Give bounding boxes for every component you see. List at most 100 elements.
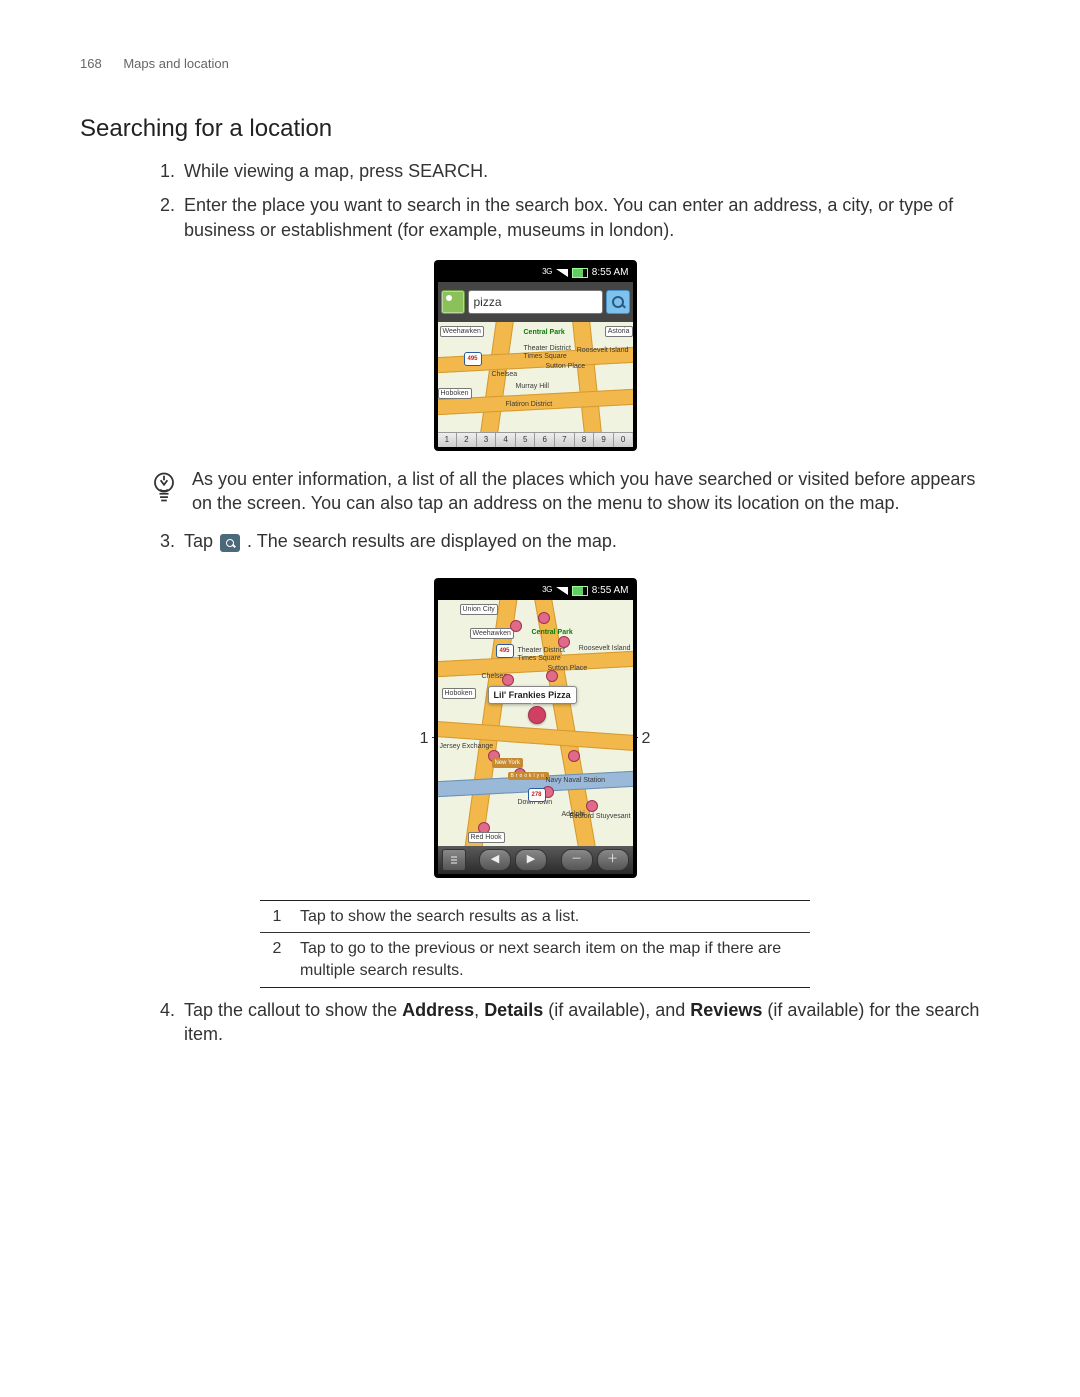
signal-icon <box>556 587 568 595</box>
legend-num: 1 <box>260 900 294 933</box>
map-label-city: Brooklyn <box>508 772 549 781</box>
manual-page: 168 Maps and location Searching for a lo… <box>0 0 1080 1397</box>
running-header: 168 Maps and location <box>80 55 990 73</box>
key[interactable]: 8 <box>575 433 595 447</box>
step-text: , <box>474 1000 484 1020</box>
zoom-out-button[interactable]: － <box>561 849 593 871</box>
maps-app-icon[interactable] <box>441 290 465 314</box>
map-canvas[interactable]: Union City Weehawken Central Park Theate… <box>438 600 633 846</box>
section-heading: Searching for a location <box>80 113 990 145</box>
figure-2: 1 2 3G 8:55 AM <box>80 572 990 884</box>
route-shield: 278 <box>528 788 546 802</box>
search-bar: pizza <box>438 282 633 322</box>
legend-num: 2 <box>260 933 294 987</box>
table-row: 1 Tap to show the search results as a li… <box>260 900 810 933</box>
result-callout[interactable]: Lil' Frankies Pizza <box>488 686 577 704</box>
map-label: Times Square <box>518 654 561 663</box>
key[interactable]: 4 <box>496 433 516 447</box>
result-pin[interactable] <box>568 750 580 762</box>
tip-block: As you enter information, a list of all … <box>150 467 990 516</box>
legend-text: Tap to show the search results as a list… <box>294 900 810 933</box>
phone-frame: 3G 8:55 AM Union City Weehawken Central <box>434 578 637 878</box>
map-label: Central Park <box>524 328 565 337</box>
result-pin[interactable] <box>546 670 558 682</box>
figure-1: 3G 8:55 AM pizza Weehawken Central P <box>80 260 990 451</box>
result-pin[interactable] <box>510 620 522 632</box>
search-input[interactable]: pizza <box>468 290 603 314</box>
map-label-city: New York <box>492 758 523 768</box>
battery-icon <box>572 268 588 278</box>
prev-result-button[interactable]: ◀ <box>479 849 511 871</box>
steps-list: While viewing a map, press SEARCH. Enter… <box>150 159 990 242</box>
lightbulb-icon <box>150 469 178 505</box>
key[interactable]: 3 <box>477 433 497 447</box>
next-result-button[interactable]: ▶ <box>515 849 547 871</box>
status-bar: 3G 8:55 AM <box>438 264 633 282</box>
key[interactable]: 0 <box>614 433 633 447</box>
map-label: Union City <box>460 604 498 615</box>
bold-term: Reviews <box>690 1000 762 1020</box>
key[interactable]: 6 <box>535 433 555 447</box>
map-label: Murray Hill <box>516 382 549 391</box>
page-number: 168 <box>80 56 102 71</box>
legend-text: Tap to go to the previous or next search… <box>294 933 810 987</box>
status-time: 8:55 AM <box>592 584 629 598</box>
search-button[interactable] <box>606 290 630 314</box>
key[interactable]: 9 <box>594 433 614 447</box>
list-results-button[interactable] <box>442 849 466 871</box>
map-toolbar: ◀ ▶ － ＋ <box>438 846 633 874</box>
section-name: Maps and location <box>123 56 229 71</box>
callout-label-1: 1 <box>420 728 429 750</box>
bold-term: Address <box>402 1000 474 1020</box>
map-label: Jersey Exchange <box>440 742 494 751</box>
map-label: Flatiron District <box>506 400 553 409</box>
map-label: Hoboken <box>438 388 472 399</box>
search-icon <box>612 296 624 308</box>
route-shield: 495 <box>496 644 514 658</box>
map-label: Hoboken <box>442 688 476 699</box>
result-pin[interactable] <box>558 636 570 648</box>
key[interactable]: 7 <box>555 433 575 447</box>
status-bar: 3G 8:55 AM <box>438 582 633 600</box>
table-row: 2 Tap to go to the previous or next sear… <box>260 933 810 987</box>
route-shield: 495 <box>464 352 482 366</box>
step-1: While viewing a map, press SEARCH. <box>180 159 990 183</box>
tip-text: As you enter information, a list of all … <box>192 467 990 516</box>
legend-table: 1 Tap to show the search results as a li… <box>260 900 810 988</box>
result-pin[interactable] <box>586 800 598 812</box>
key[interactable]: 2 <box>457 433 477 447</box>
step-3: Tap . The search results are displayed o… <box>180 529 990 553</box>
step-text: . The search results are displayed on th… <box>247 531 617 551</box>
map-label: Weehawken <box>440 326 484 337</box>
key[interactable]: 1 <box>438 433 458 447</box>
battery-icon <box>572 586 588 596</box>
map-label: Roosevelt Island <box>577 346 629 355</box>
steps-list-cont2: Tap the callout to show the Address, Det… <box>150 998 990 1047</box>
phone-frame: 3G 8:55 AM pizza Weehawken Central P <box>434 260 637 451</box>
key[interactable]: 5 <box>516 433 536 447</box>
steps-list-cont: Tap . The search results are displayed o… <box>150 529 990 553</box>
network-indicator: 3G <box>542 585 552 596</box>
map-label: Weehawken <box>470 628 514 639</box>
search-icon-inline <box>220 534 240 552</box>
map-label: Chelsea <box>492 370 518 379</box>
step-text: (if available), and <box>543 1000 690 1020</box>
map-label: Times Square <box>524 352 567 361</box>
callout-label-2: 2 <box>642 728 651 750</box>
map-label: Astoria <box>605 326 633 337</box>
map-label: Navy Naval Station <box>546 776 606 785</box>
map-label: Red Hook <box>468 832 505 843</box>
network-indicator: 3G <box>542 267 552 278</box>
keyboard-row[interactable]: 1 2 3 4 5 6 7 8 9 0 <box>438 432 633 447</box>
map-label: Sutton Place <box>546 362 586 371</box>
step-4: Tap the callout to show the Address, Det… <box>180 998 990 1047</box>
map-canvas[interactable]: Weehawken Central Park Astoria Theater D… <box>438 322 633 432</box>
result-pin-active[interactable] <box>528 706 546 724</box>
result-pin[interactable] <box>538 612 550 624</box>
status-time: 8:55 AM <box>592 266 629 280</box>
signal-icon <box>556 269 568 277</box>
zoom-in-button[interactable]: ＋ <box>597 849 629 871</box>
step-text: Tap <box>184 531 218 551</box>
bold-term: Details <box>484 1000 543 1020</box>
result-pin[interactable] <box>502 674 514 686</box>
